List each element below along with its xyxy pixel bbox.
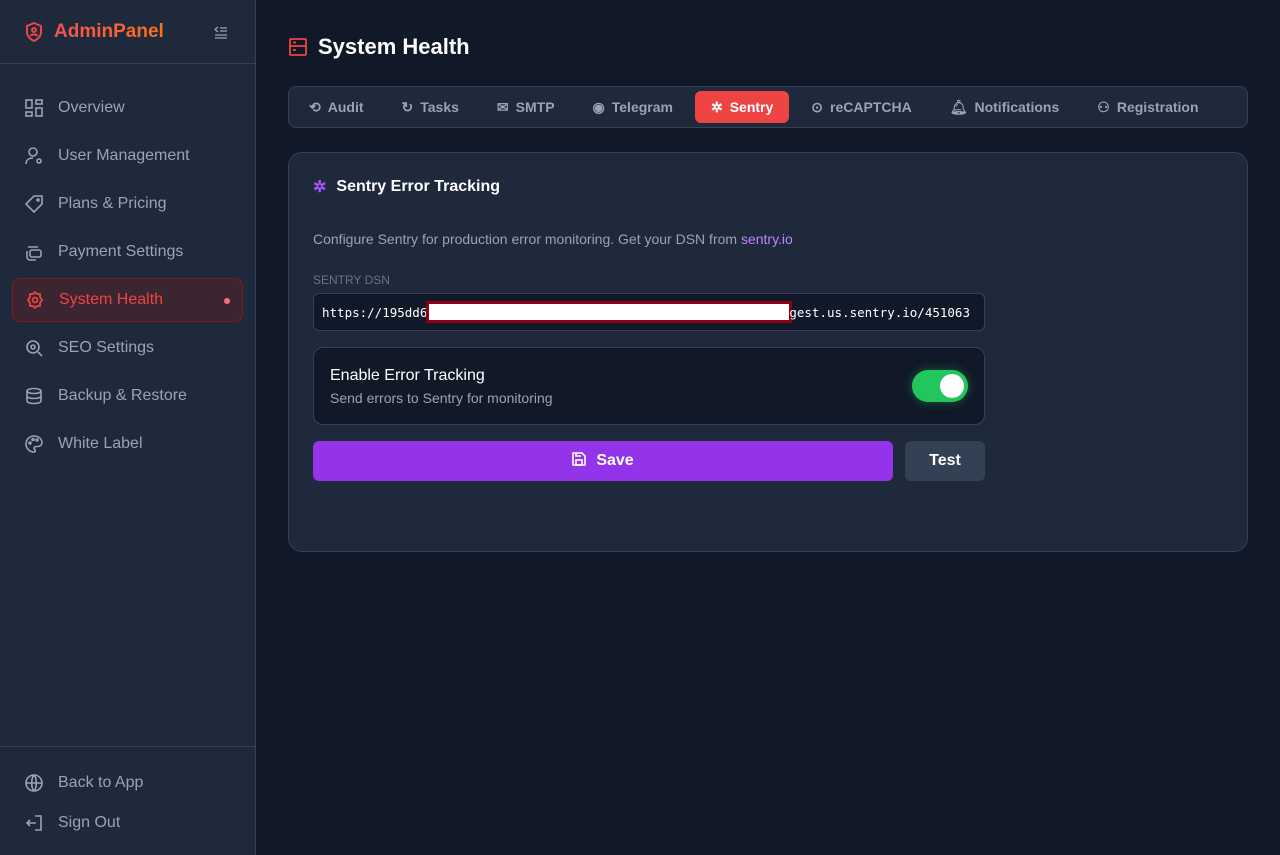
tab-label: Tasks	[420, 99, 459, 115]
tab-telegram[interactable]: ◉ Telegram	[577, 91, 689, 123]
refresh-icon: ↻	[401, 98, 414, 115]
tag-icon	[24, 194, 44, 214]
toggle-subtitle: Send errors to Sentry for monitoring	[330, 389, 553, 406]
tab-label: Audit	[327, 99, 364, 115]
enable-error-tracking-toggle[interactable]	[912, 370, 968, 402]
shield-user-icon	[24, 21, 44, 42]
sidebar-item-system-health[interactable]: System Health	[12, 278, 243, 322]
bell-icon: 🔔︎	[949, 98, 968, 115]
sidebar-item-label: Payment Settings	[58, 243, 184, 260]
collapse-sidebar-icon[interactable]	[211, 22, 231, 42]
sentry-dsn-input[interactable]: https://195dd6 gest.us.sentry.io/451063	[313, 293, 985, 331]
sign-out-label: Sign Out	[58, 814, 121, 831]
wallet-icon	[24, 242, 44, 262]
sidebar-item-payment-settings[interactable]: Payment Settings	[12, 230, 243, 274]
sidebar-item-seo-settings[interactable]: SEO Settings	[12, 326, 243, 370]
tab-sentry[interactable]: ✲ Sentry	[694, 91, 790, 123]
card-description: Configure Sentry for production error mo…	[313, 231, 1223, 247]
card-title: Sentry Error Tracking	[336, 178, 501, 195]
palette-icon	[24, 434, 44, 454]
target-icon: ⊙	[811, 98, 824, 115]
user-key-icon: ⚇	[1097, 98, 1110, 115]
gear-icon	[25, 290, 45, 310]
sidebar-item-label: System Health	[59, 291, 164, 308]
tab-label: Registration	[1116, 99, 1199, 115]
active-indicator-dot	[224, 298, 230, 304]
sign-out-icon	[24, 813, 44, 833]
sidebar-item-label: Plans & Pricing	[58, 195, 167, 212]
tab-label: SMTP	[515, 99, 555, 115]
brand-name: AdminPanel	[54, 20, 164, 42]
sidebar-item-white-label[interactable]: White Label	[12, 422, 243, 466]
dsn-prefix: https://195dd6	[322, 304, 428, 320]
bug-icon: ✲	[313, 179, 327, 196]
page-title: System Health	[318, 34, 470, 59]
description-text: Configure Sentry for production error mo…	[313, 231, 741, 247]
database-icon	[24, 386, 44, 406]
tab-tasks[interactable]: ↻ Tasks	[386, 91, 475, 123]
tab-registration[interactable]: ⚇ Registration	[1081, 91, 1214, 123]
redaction-box	[426, 301, 793, 323]
tab-notifications[interactable]: 🔔︎ Notifications	[934, 91, 1076, 123]
test-button[interactable]: Test	[905, 441, 985, 481]
enable-error-tracking-row: Enable Error Tracking Send errors to Sent…	[313, 347, 985, 425]
save-button[interactable]: Save	[313, 441, 893, 481]
sidebar-item-plans-pricing[interactable]: Plans & Pricing	[12, 182, 243, 226]
toggle-knob	[940, 374, 964, 398]
sentry-link[interactable]: sentry.io	[741, 231, 793, 247]
sidebar-item-label: Overview	[58, 99, 125, 116]
sidebar-item-user-management[interactable]: User Management	[12, 134, 243, 178]
dsn-label: SENTRY DSN	[313, 273, 390, 287]
tab-recaptcha[interactable]: ⊙ reCAPTCHA	[795, 91, 927, 123]
globe-icon	[24, 773, 44, 793]
sidebar-item-label: White Label	[58, 435, 143, 452]
sidebar-item-overview[interactable]: Overview	[12, 86, 243, 130]
send-icon: ◉	[592, 98, 605, 115]
server-icon	[288, 37, 308, 57]
dsn-suffix: gest.us.sentry.io/451063	[789, 304, 970, 320]
bug-icon: ✲	[710, 98, 723, 115]
save-label: Save	[596, 452, 634, 469]
tab-audit[interactable]: ⟲ Audit	[293, 91, 380, 123]
user-cog-icon	[24, 146, 44, 166]
history-icon: ⟲	[309, 98, 321, 115]
toggle-title: Enable Error Tracking	[330, 366, 485, 384]
brand-header: AdminPanel	[0, 0, 255, 64]
back-to-app-link[interactable]: Back to App	[12, 763, 243, 803]
sentry-card: ✲ Sentry Error Tracking Configure Sentry …	[288, 152, 1248, 552]
tab-label: Notifications	[974, 99, 1060, 115]
main-content: System Health ⟲ Audit ↻ Tasks ✉ SMTP ◉ Teleg…	[288, 0, 1248, 552]
sidebar-item-label: Backup & Restore	[58, 387, 187, 404]
tab-bar: ⟲ Audit ↻ Tasks ✉ SMTP ◉ Telegram ✲ Sentry ⊙ r…	[288, 86, 1248, 128]
sidebar-item-backup-restore[interactable]: Backup & Restore	[12, 374, 243, 418]
sidebar-item-label: User Management	[58, 147, 190, 164]
mail-icon: ✉	[496, 98, 509, 115]
sign-out-button[interactable]: Sign Out	[12, 803, 243, 843]
sidebar: AdminPanel Overview User Management Plan…	[0, 0, 256, 855]
back-to-app-label: Back to App	[58, 774, 144, 791]
sidebar-item-label: SEO Settings	[58, 339, 155, 356]
tab-label: Sentry	[729, 99, 774, 115]
tab-label: Telegram	[611, 99, 673, 115]
save-icon	[572, 451, 587, 471]
dashboard-icon	[24, 98, 44, 118]
tab-smtp[interactable]: ✉ SMTP	[481, 91, 571, 123]
search-settings-icon	[24, 338, 44, 358]
tab-label: reCAPTCHA	[830, 99, 912, 115]
